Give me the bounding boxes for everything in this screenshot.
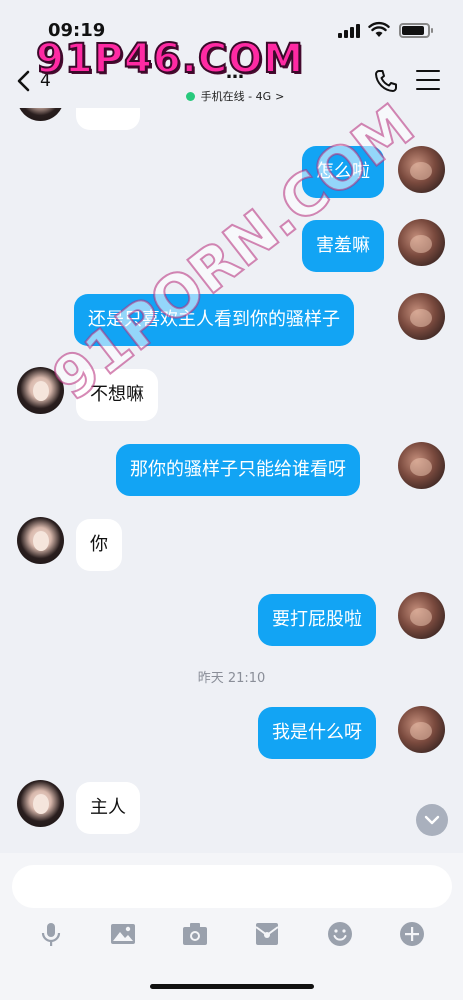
mic-button[interactable] <box>36 919 66 949</box>
avatar[interactable] <box>398 146 445 193</box>
chevron-right-icon: > <box>275 89 285 103</box>
message-bubble-in[interactable]: 不想嘛 <box>76 369 158 421</box>
plus-icon <box>400 922 424 946</box>
signal-icon <box>338 24 362 38</box>
message-bubble-out[interactable]: 那你的骚样子只能给谁看呀 <box>116 444 360 496</box>
watermark-top: 91P46.COM <box>35 35 305 83</box>
camera-icon <box>183 923 207 945</box>
message-input[interactable] <box>12 865 452 908</box>
message-bubble-out[interactable]: 要打屁股啦 <box>258 594 376 646</box>
emoji-button[interactable] <box>325 919 355 949</box>
composer <box>0 853 463 1000</box>
avatar[interactable] <box>17 108 64 121</box>
message-timestamp: 昨天 21:10 <box>197 671 266 686</box>
message-bubble-out[interactable]: 我是什么呀 <box>258 707 376 759</box>
message-bubble-in[interactable]: 主人 <box>76 782 140 834</box>
emoji-icon <box>328 922 352 946</box>
home-indicator <box>150 984 314 989</box>
avatar[interactable] <box>398 219 445 266</box>
online-dot-icon <box>185 91 195 101</box>
online-status[interactable]: 手机在线 - 4G > <box>140 88 330 104</box>
avatar[interactable] <box>398 592 445 639</box>
online-status-text: 手机在线 - 4G <box>200 90 272 103</box>
avatar[interactable] <box>398 293 445 340</box>
wifi-icon <box>368 21 390 37</box>
avatar[interactable] <box>17 367 64 414</box>
mic-icon <box>41 923 61 946</box>
scroll-to-bottom-button[interactable] <box>416 804 448 836</box>
message-bubble-in[interactable]: 你 <box>76 519 122 571</box>
avatar[interactable] <box>398 706 445 753</box>
chevron-down-icon <box>424 815 440 825</box>
red-packet-icon <box>255 923 279 945</box>
phone-icon[interactable] <box>373 68 399 94</box>
menu-icon[interactable] <box>416 70 440 90</box>
message-bubble-out[interactable]: 害羞嘛 <box>302 220 384 272</box>
image-icon <box>111 924 135 944</box>
avatar[interactable] <box>398 442 445 489</box>
avatar[interactable] <box>17 780 64 827</box>
battery-icon <box>399 23 433 38</box>
message-bubble-out[interactable]: 还是只喜欢主人看到你的骚样子 <box>74 294 354 346</box>
image-button[interactable] <box>108 919 138 949</box>
message-bubble-partial[interactable] <box>76 108 140 130</box>
camera-button[interactable] <box>180 919 210 949</box>
red-packet-button[interactable] <box>252 919 282 949</box>
message-bubble-out[interactable]: 怎么啦 <box>302 146 384 198</box>
message-list[interactable]: 怎么啦 害羞嘛 还是只喜欢主人看到你的骚样子 不想嘛 那你的骚样子只能给谁看呀 … <box>0 108 463 853</box>
avatar[interactable] <box>17 517 64 564</box>
chevron-left-icon <box>17 70 30 92</box>
plus-button[interactable] <box>397 919 427 949</box>
